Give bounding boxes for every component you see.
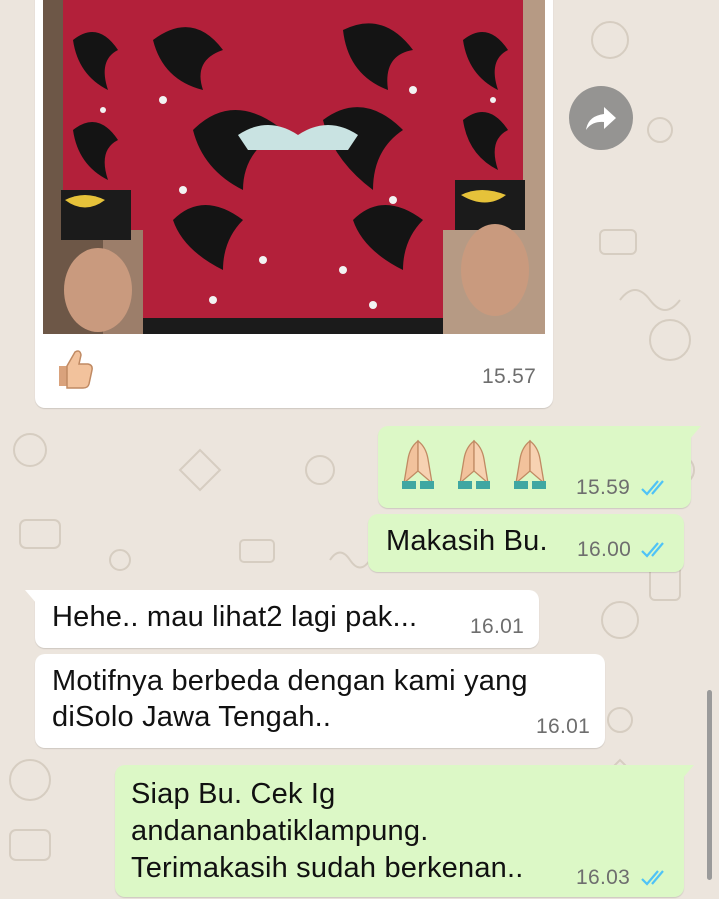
message-text: Hehe.. mau lihat2 lagi pak... (52, 601, 418, 633)
message-emoji-outgoing[interactable]: 15.59 (378, 426, 701, 508)
bubble-tail (689, 426, 701, 440)
message-text-outgoing[interactable]: Makasih Bu. 16.00 (368, 514, 684, 572)
message-text: Makasih Bu. (386, 525, 548, 557)
bubble-tail (25, 590, 37, 604)
message-text-incoming[interactable]: Hehe.. mau lihat2 lagi pak... 16.01 (25, 590, 539, 648)
message-text-outgoing[interactable]: Siap Bu. Cek Ig andananbatiklampung. Ter… (115, 765, 694, 897)
message-time: 15.59 (576, 476, 631, 499)
double-check-icon (641, 480, 664, 496)
forward-button[interactable] (569, 86, 633, 150)
message-text-incoming[interactable]: Motifnya berbeda dengan kami yang diSolo… (35, 654, 605, 748)
folded-hands-emoji-icon (458, 439, 490, 489)
message-time: 16.01 (536, 715, 591, 738)
scrollbar[interactable] (707, 690, 712, 880)
bubble-tail (682, 765, 694, 779)
forward-arrow-icon (586, 107, 616, 130)
message-time: 16.01 (470, 615, 525, 638)
folded-hands-emoji-icon (514, 439, 546, 489)
message-text-line: Motifnya berbeda dengan kami yang (52, 665, 528, 697)
double-check-icon (641, 870, 664, 886)
message-time: 16.03 (576, 866, 631, 889)
message-time: 16.00 (577, 538, 632, 561)
emoji-row (398, 439, 550, 491)
shared-photo[interactable] (43, 0, 545, 334)
message-text-line: Terimakasih sudah berkenan.. (131, 852, 524, 884)
thumbs-up-emoji-icon (53, 348, 93, 395)
message-image-incoming[interactable]: 15.57 (35, 0, 553, 408)
message-text-line: Siap Bu. Cek Ig (131, 778, 336, 810)
batik-shirt-image (43, 0, 545, 334)
folded-hands-emoji-icon (402, 439, 434, 489)
message-text-line: diSolo Jawa Tengah.. (52, 701, 332, 733)
message-time: 15.57 (482, 365, 537, 388)
double-check-icon (641, 542, 664, 558)
message-text-line: andananbatiklampung. (131, 815, 429, 847)
